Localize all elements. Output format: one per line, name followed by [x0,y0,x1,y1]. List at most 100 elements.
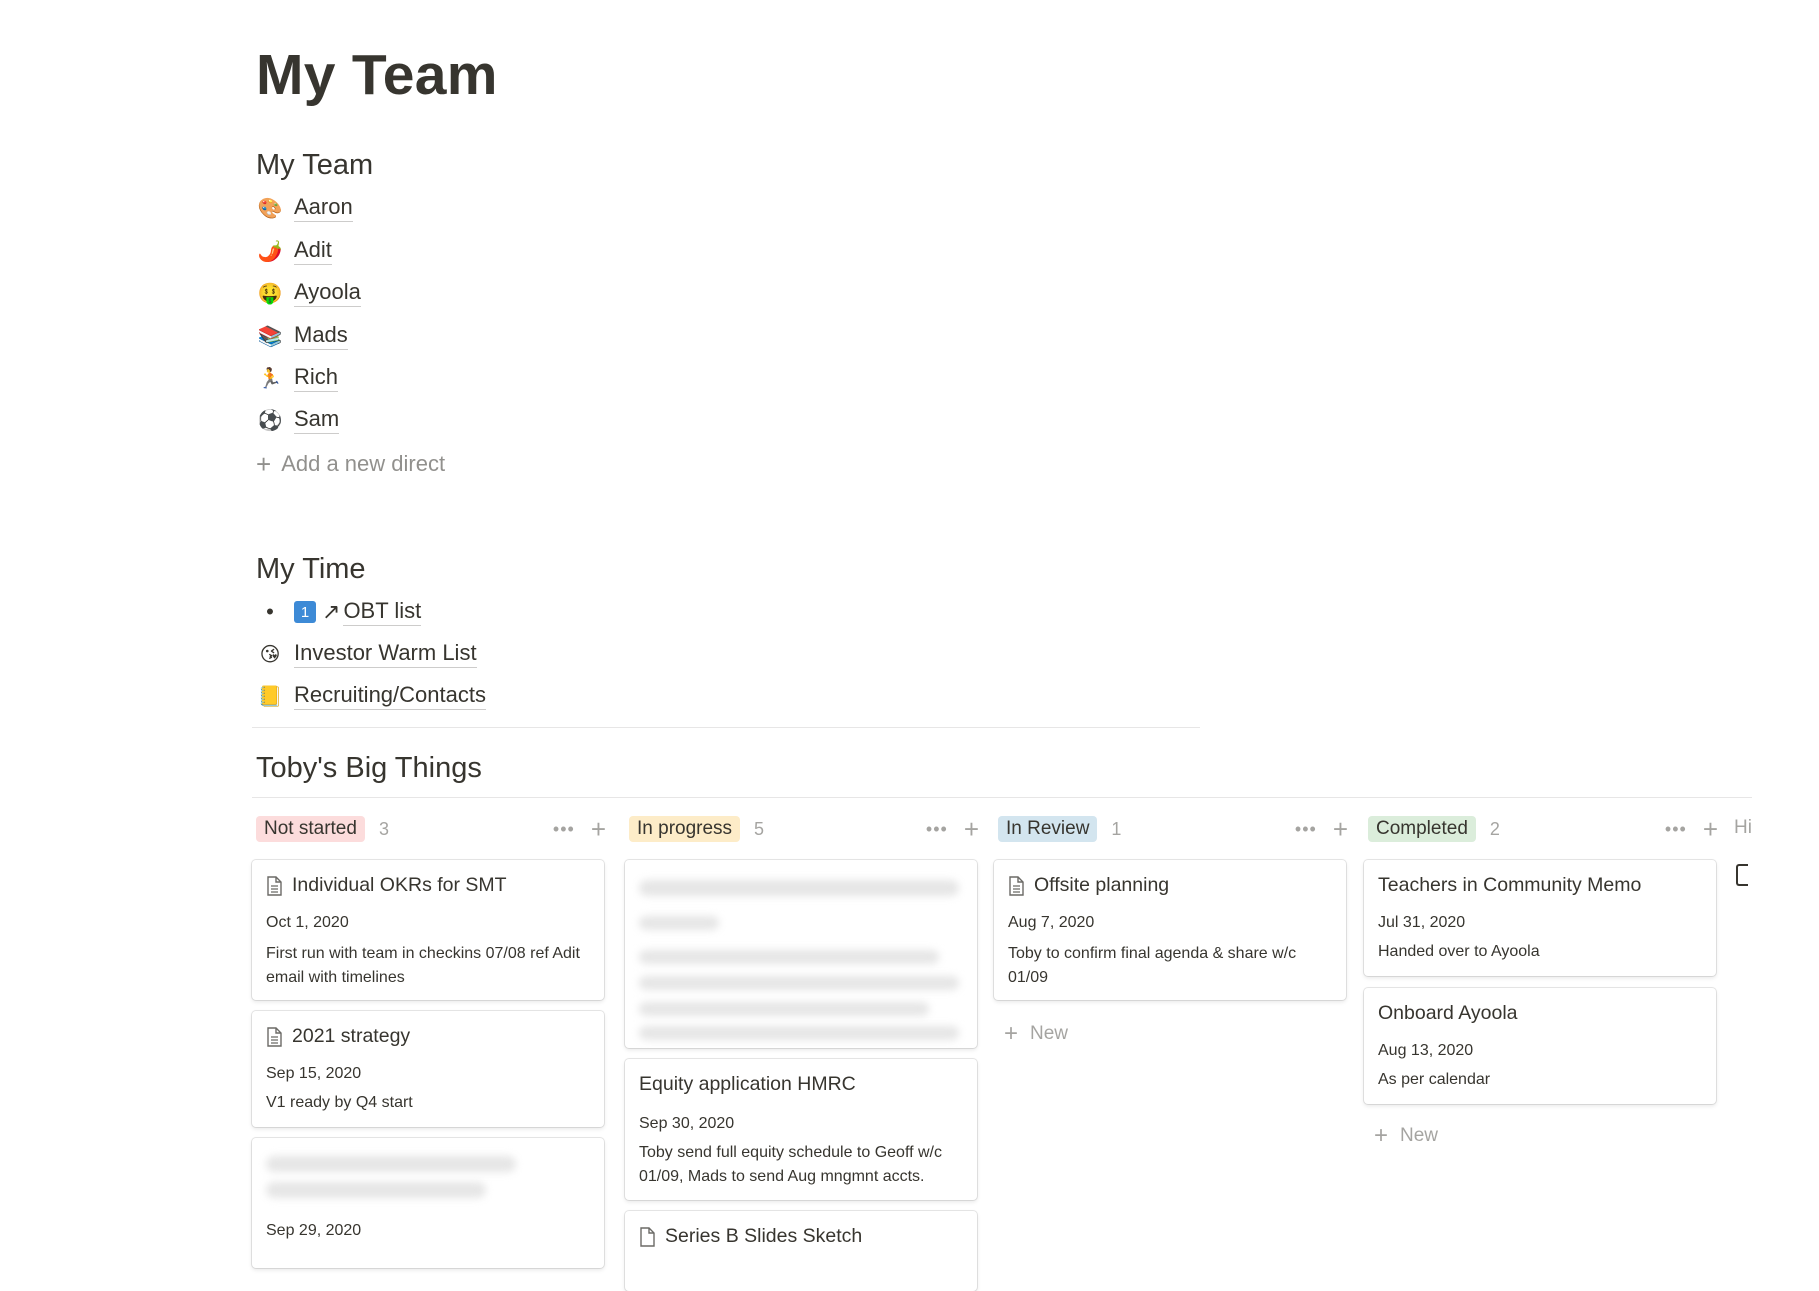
chili-icon: 🌶️ [257,240,283,263]
team-member-link[interactable]: 📚 Mads [256,318,348,354]
column-count: 5 [754,818,765,839]
board-column-not-started: Not started 3 ••• + [252,811,606,847]
blurred-text [639,1002,929,1016]
more-icon[interactable]: ••• [1295,819,1317,840]
team-member-link[interactable]: 🎨 Aaron [256,190,353,226]
team-member-link[interactable]: 🏃 Rich [256,360,339,396]
document-icon [267,1026,282,1047]
status-tag[interactable]: In Review [998,815,1098,843]
card-note: As per calendar [1378,1071,1491,1088]
column-actions: ••• + [1665,814,1718,845]
card-title-text: Equity application HMRC [639,1073,856,1095]
card-date: Sep 15, 2020 [266,1065,362,1082]
board-card[interactable]: Series B Slides Sketch [625,1211,977,1291]
board-card-blurred[interactable]: Sep 29, 2020 [252,1138,604,1268]
card-date: Aug 13, 2020 [1378,1042,1474,1059]
board-column-in-progress: In progress 5 ••• + [625,811,979,847]
blurred-text [639,916,719,930]
link-arrow-icon: ↗ [322,599,341,624]
column-count: 3 [378,818,389,839]
column-header: In progress 5 ••• + [625,811,979,847]
obt-list-row[interactable]: • 1 ↗ OBT list [256,594,422,630]
more-icon[interactable]: ••• [926,819,948,840]
more-icon[interactable]: ••• [553,819,575,840]
column-actions: ••• + [553,814,606,845]
new-card-button[interactable]: + New [1004,1020,1068,1048]
card-note: Toby to confirm final agenda & share w/c… [1008,945,1297,986]
new-card-button[interactable]: + New [1374,1122,1438,1150]
card-title-text: Offsite planning [1034,874,1170,896]
column-header: Not started 3 ••• + [252,811,606,847]
team-member-name: Rich [294,364,339,392]
notebook-icon: 📒 [257,685,283,708]
bullet-icon: • [266,599,274,624]
card-title-text: 2021 strategy [292,1025,411,1047]
board-card[interactable]: 2021 strategy Sep 15, 2020 V1 ready by Q… [252,1011,604,1127]
team-member-name: Mads [294,322,348,350]
blurred-text [639,950,939,964]
card-title-text: Individual OKRs for SMT [292,874,507,896]
palette-icon: 🎨 [257,197,283,220]
card-date: Sep 30, 2020 [639,1115,735,1132]
investor-list-link[interactable]: 😘 Investor Warm List [256,636,477,672]
team-member-link[interactable]: ⚽ Sam [256,402,340,438]
board-divider [252,797,1752,798]
card-title-text: Onboard Ayoola [1378,1002,1518,1024]
add-card-icon[interactable]: + [1333,814,1348,845]
document-icon [1009,875,1024,896]
board-card[interactable]: Onboard Ayoola Aug 13, 2020 As per calen… [1364,988,1716,1104]
column-actions: ••• + [1295,814,1348,845]
add-card-icon[interactable]: + [591,814,606,845]
add-card-icon[interactable]: + [964,814,979,845]
team-member-link[interactable]: 🌶️ Adit [256,233,332,269]
card-date: Aug 7, 2020 [1008,914,1095,931]
status-tag[interactable]: Not started [256,815,365,843]
board-card[interactable]: Equity application HMRC Sep 30, 2020 Tob… [625,1059,977,1200]
card-title: Individual OKRs for SMT [266,874,507,897]
scroll-handle-icon[interactable] [1736,864,1748,886]
add-card-icon[interactable]: + [1703,814,1718,845]
blurred-text [639,1026,959,1040]
card-title-text: Series B Slides Sketch [665,1225,863,1247]
board-card[interactable]: Individual OKRs for SMT Oct 1, 2020 Firs… [252,860,604,1000]
card-title: 2021 strategy [266,1025,410,1048]
board-column-completed: Completed 2 ••• + [1364,811,1718,847]
board-card[interactable]: Teachers in Community Memo Jul 31, 2020 … [1364,860,1716,976]
column-count: 1 [1111,818,1122,839]
blurred-text [639,880,959,896]
card-note: First run with team in checkins 07/08 re… [266,945,580,986]
keycap-one-icon: 1 [294,601,316,623]
obt-list-link[interactable]: OBT list [343,598,422,626]
blurred-text [639,976,959,990]
hidden-groups-label[interactable]: Hi [1734,817,1752,839]
card-title: Offsite planning [1008,874,1169,897]
card-title-text: Teachers in Community Memo [1378,874,1642,896]
board-card[interactable]: Offsite planning Aug 7, 2020 Toby to con… [994,860,1346,1000]
investor-list-label: Investor Warm List [294,640,477,668]
card-date: Sep 29, 2020 [266,1222,362,1239]
section-divider [252,727,1200,728]
team-heading: My Team [256,149,374,181]
card-title: Onboard Ayoola [1378,1002,1518,1025]
plus-icon: + [1004,1020,1019,1047]
team-member-name: Sam [294,406,340,434]
new-card-label: New [1400,1125,1439,1146]
document-icon [267,875,282,896]
blurred-text [266,1156,516,1172]
time-heading: My Time [256,553,366,585]
add-direct-button[interactable]: + Add a new direct [256,446,445,482]
board-card-blurred[interactable] [625,860,977,1048]
document-icon [640,1226,655,1247]
plus-icon: + [1374,1122,1389,1149]
column-header: In Review 1 ••• + [994,811,1348,847]
add-direct-label: Add a new direct [281,451,446,476]
new-card-label: New [1030,1023,1069,1044]
card-date: Oct 1, 2020 [266,914,349,931]
more-icon[interactable]: ••• [1665,819,1687,840]
board-column-in-review: In Review 1 ••• + [994,811,1348,847]
recruiting-contacts-link[interactable]: 📒 Recruiting/Contacts [256,678,486,714]
team-member-link[interactable]: 🤑 Ayoola [256,275,361,311]
card-note: V1 ready by Q4 start [266,1094,413,1111]
status-tag[interactable]: In progress [629,815,741,843]
status-tag[interactable]: Completed [1368,815,1476,843]
